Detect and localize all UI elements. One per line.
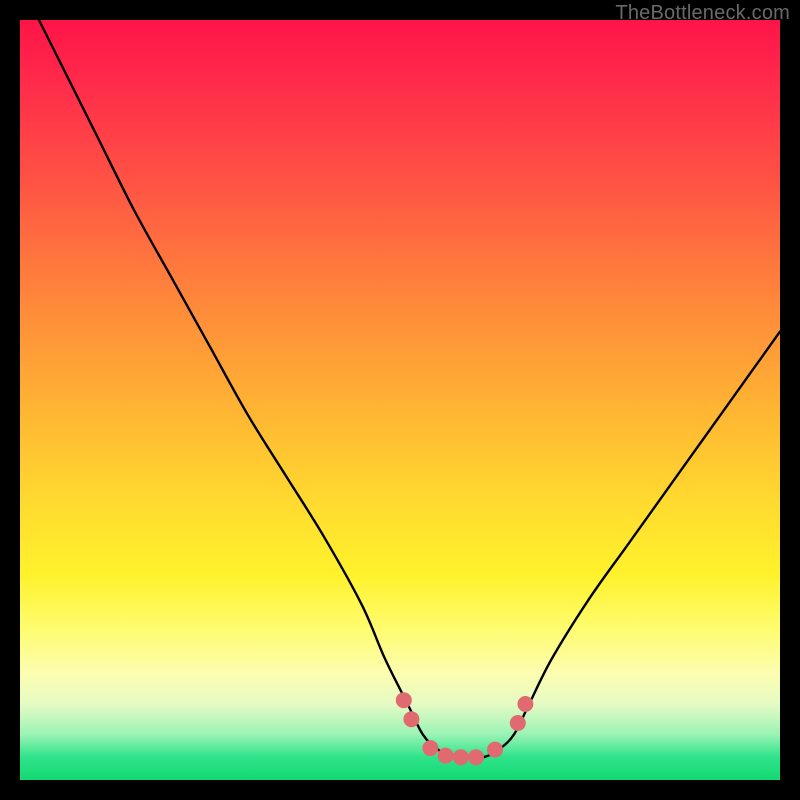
marker-right-cluster-upper xyxy=(517,696,533,712)
marker-trough-mid2 xyxy=(453,749,469,765)
marker-trough-mid1 xyxy=(438,748,454,764)
curve-layer xyxy=(20,20,780,758)
marker-left-cluster-upper xyxy=(396,692,412,708)
marker-trough-mid3 xyxy=(468,749,484,765)
chart-frame: TheBottleneck.com xyxy=(0,0,800,800)
chart-plot-area xyxy=(20,20,780,780)
marker-left-cluster-lower xyxy=(403,711,419,727)
bottleneck-curve-svg xyxy=(20,20,780,780)
marker-trough-left xyxy=(422,740,438,756)
bottleneck-curve-path xyxy=(20,20,780,758)
attribution-label: TheBottleneck.com xyxy=(615,2,790,25)
marker-right-cluster-lower xyxy=(510,715,526,731)
marker-trough-right xyxy=(487,742,503,758)
marker-layer xyxy=(396,692,534,765)
